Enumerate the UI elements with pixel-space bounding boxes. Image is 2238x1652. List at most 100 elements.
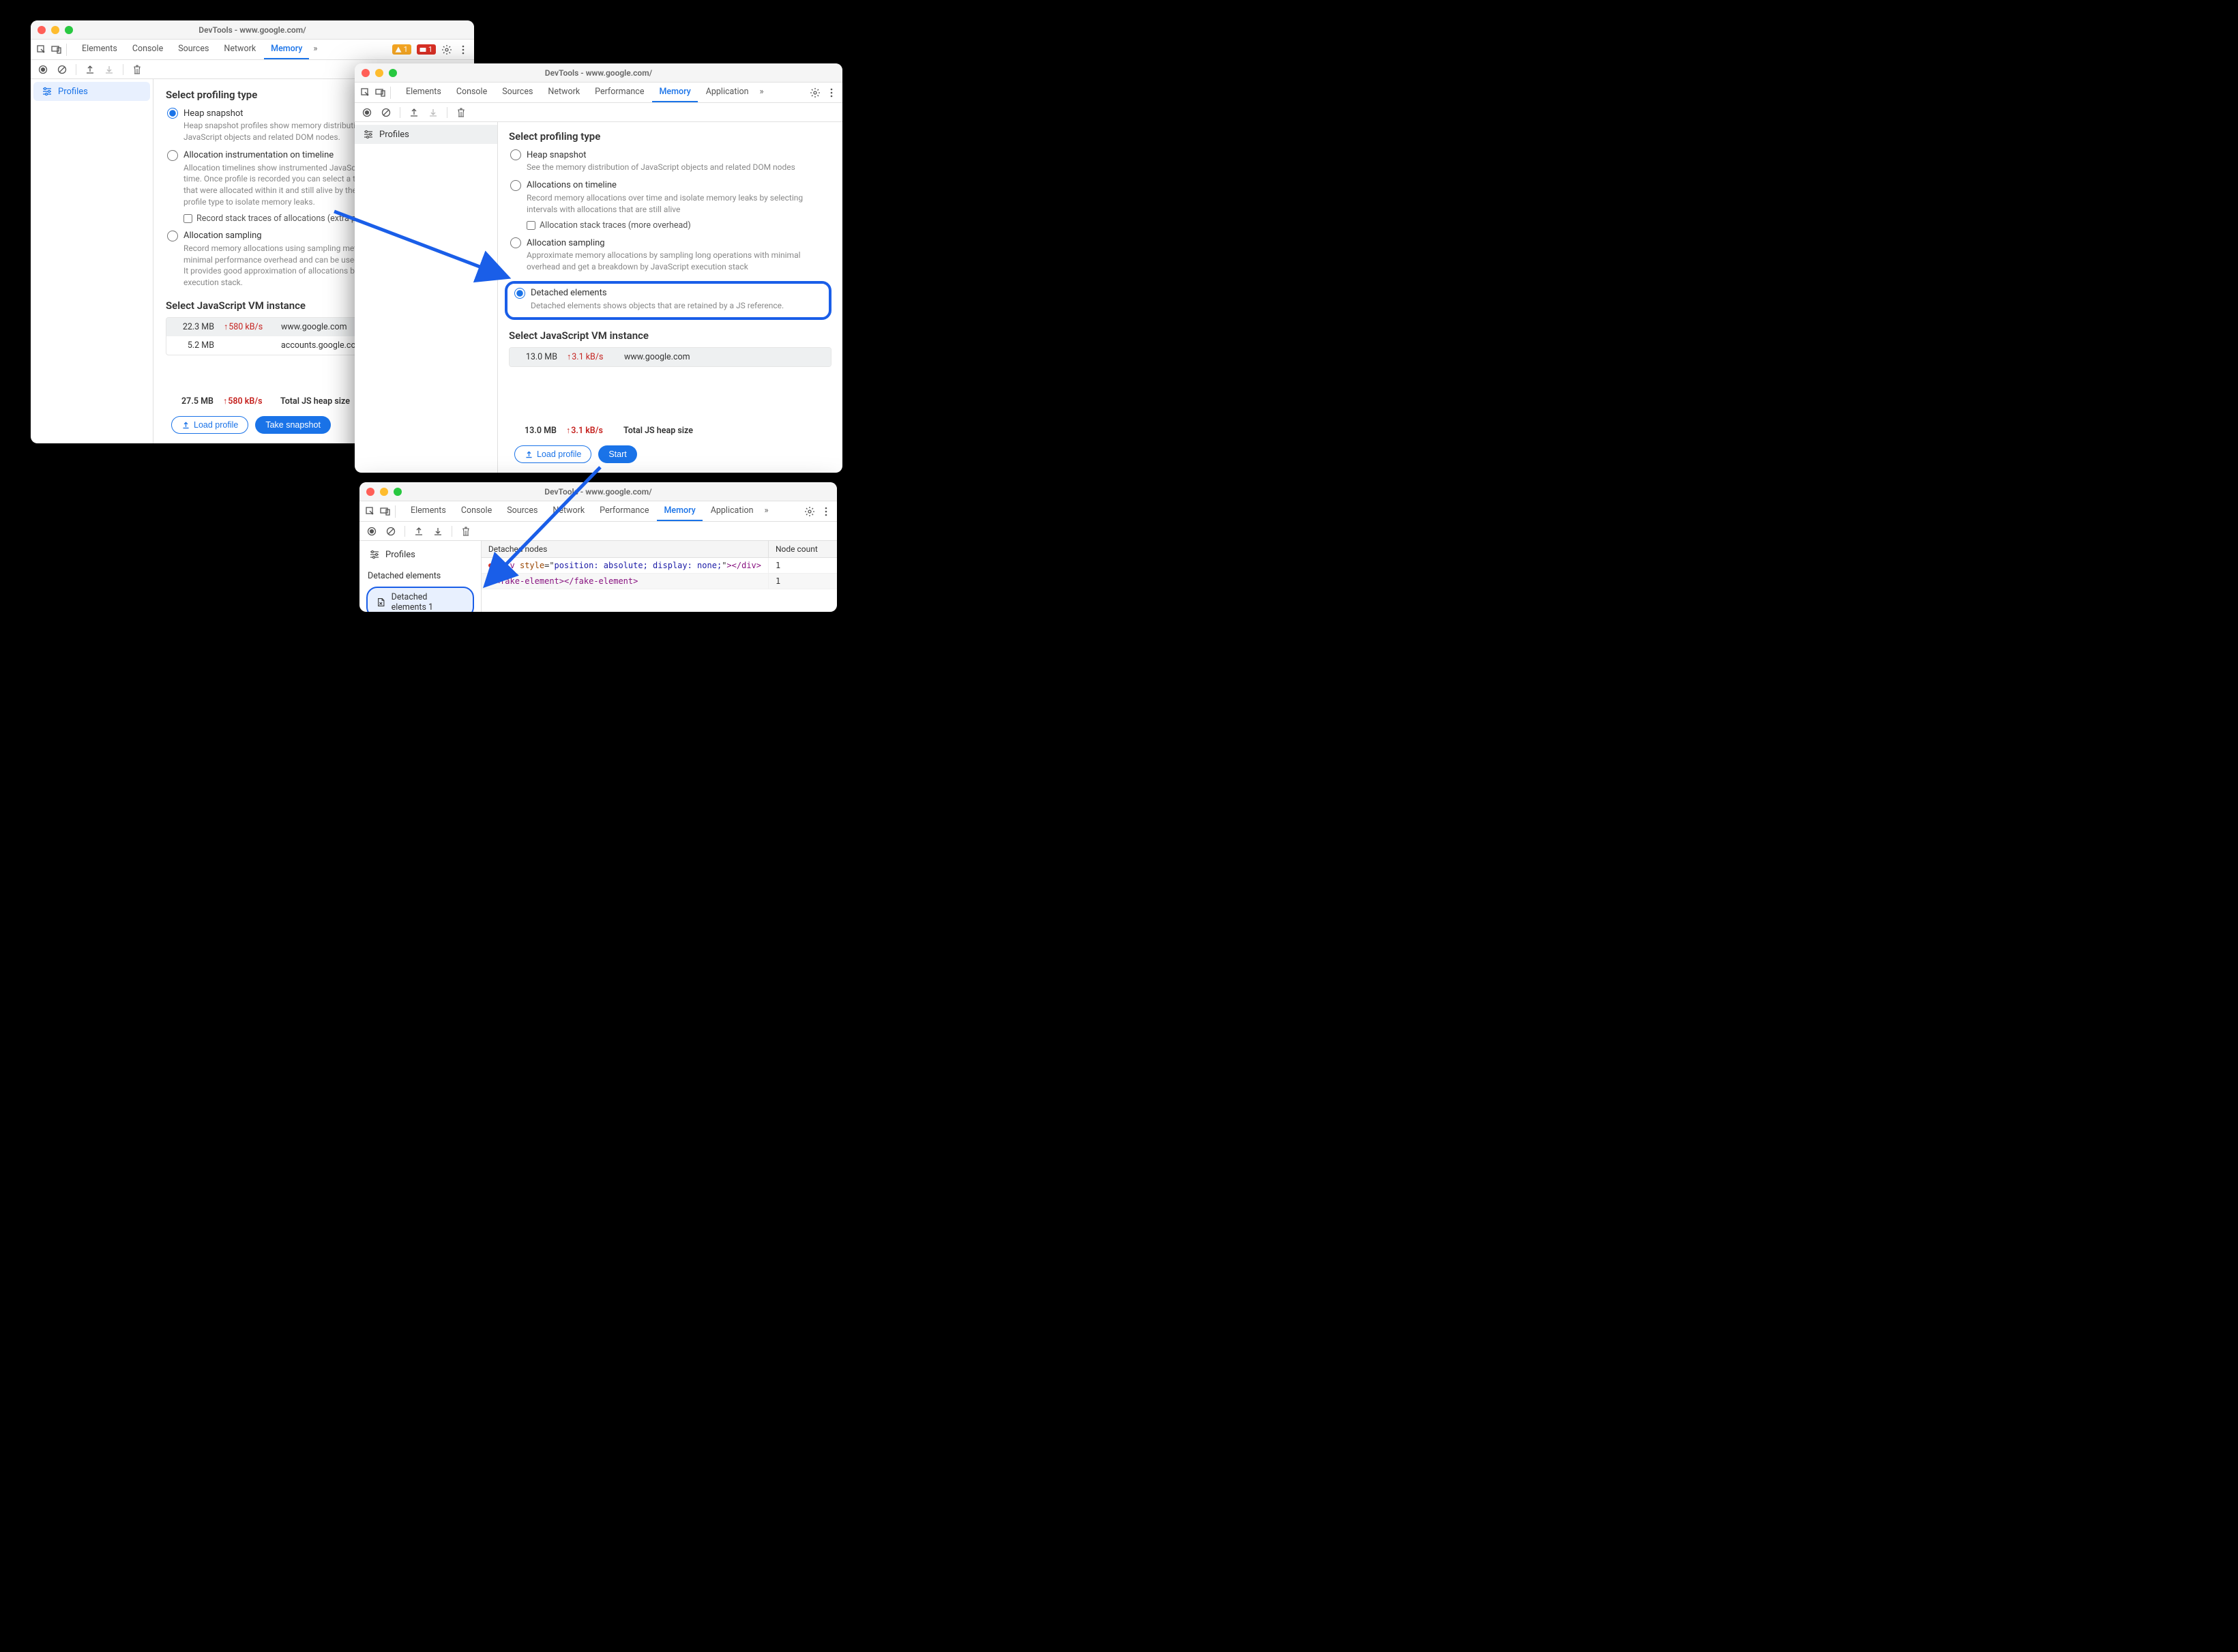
tab-network[interactable]: Network [541,83,587,102]
annotation-arrow [327,205,518,289]
download-icon[interactable] [104,64,115,75]
radio-heap[interactable] [510,149,521,160]
traffic-lights [362,69,397,77]
sliders-icon [363,129,374,140]
vm-row[interactable]: 13.0 MB 3.1 kB/s www.google.com [510,348,831,366]
sliders-icon [369,549,380,560]
gc-icon[interactable] [460,526,471,537]
more-tabs-icon[interactable]: » [762,501,771,521]
more-tabs-icon[interactable]: » [757,83,767,102]
zoom-icon[interactable] [394,488,402,496]
take-snapshot-button[interactable]: Take snapshot [255,416,331,434]
close-icon[interactable] [38,26,46,34]
tab-elements[interactable]: Elements [404,501,453,521]
node-count: 1 [769,574,837,589]
upload-icon[interactable] [85,64,95,75]
inspect-icon[interactable] [36,44,47,55]
kebab-icon[interactable] [458,44,469,55]
option-heap[interactable]: Heap snapshot See the memory distributio… [509,149,831,173]
tab-elements[interactable]: Elements [75,40,124,59]
warnings-badge[interactable]: 1 [392,44,411,55]
radio-heap[interactable] [167,108,178,119]
titlebar: DevTools - www.google.com/ [31,20,474,40]
option-timeline[interactable]: Allocations on timeline Record memory al… [509,180,831,231]
sidebar-label: Profiles [58,87,88,97]
option-sampling[interactable]: Allocation sampling Approximate memory a… [509,237,831,273]
tabbar: Elements Console Sources Network Memory … [31,40,474,60]
option-detached[interactable]: Detached elements Detached elements show… [513,288,823,312]
sidebar-item-profiles[interactable]: Profiles [355,125,497,144]
inspect-icon[interactable] [365,506,376,517]
option-detached-highlight: Detached elements Detached elements show… [505,281,831,320]
close-icon[interactable] [366,488,374,496]
checkbox-stacktraces[interactable] [527,221,535,230]
download-icon[interactable] [432,526,443,537]
tab-application[interactable]: Application [704,501,761,521]
start-button[interactable]: Start [598,445,636,463]
load-profile-button[interactable]: Load profile [171,416,248,434]
profiling-heading: Select profiling type [509,130,831,143]
sidebar: Profiles [31,79,153,443]
device-icon[interactable] [380,506,391,517]
minimize-icon[interactable] [375,69,383,77]
radio-detached[interactable] [514,288,525,299]
sidebar-item-profiles[interactable]: Profiles [33,82,150,101]
col-node-count[interactable]: Node count [769,541,837,557]
more-tabs-icon[interactable]: » [310,40,320,59]
upload-icon[interactable] [409,107,419,118]
tab-console[interactable]: Console [450,83,494,102]
tab-console[interactable]: Console [126,40,170,59]
tab-memory[interactable]: Memory [657,501,702,521]
download-icon[interactable] [428,107,439,118]
gear-icon[interactable] [804,506,815,517]
sliders-icon [42,86,53,97]
tab-application[interactable]: Application [699,83,756,102]
sidebar-item-profiles[interactable]: Profiles [359,544,481,565]
device-icon[interactable] [51,44,62,55]
sidebar-run-detached[interactable]: Detached elements 1 [366,587,474,612]
kebab-icon[interactable] [826,87,837,98]
record-icon[interactable] [38,64,48,75]
radio-sampling[interactable] [167,231,178,241]
tab-memory[interactable]: Memory [264,40,309,59]
tab-performance[interactable]: Performance [588,83,651,102]
file-icon [376,597,386,608]
tab-sources[interactable]: Sources [171,40,216,59]
sidebar-category: Detached elements [359,565,481,584]
vm-heading: Select JavaScript VM instance [509,329,831,342]
kebab-icon[interactable] [821,506,831,517]
window-title: DevTools - www.google.com/ [198,25,306,35]
record-icon[interactable] [362,107,372,118]
gc-icon[interactable] [132,64,143,75]
sidebar: Profiles [355,122,498,473]
gear-icon[interactable] [810,87,821,98]
checkbox-stacktraces[interactable] [183,214,192,223]
clear-icon[interactable] [57,64,68,75]
zoom-icon[interactable] [65,26,73,34]
radio-timeline[interactable] [510,180,521,191]
errors-badge[interactable]: 1 [417,44,436,55]
tab-memory[interactable]: Memory [652,83,697,102]
load-profile-button[interactable]: Load profile [514,445,591,463]
tab-network[interactable]: Network [217,40,263,59]
minimize-icon[interactable] [51,26,59,34]
gear-icon[interactable] [441,44,452,55]
sidebar: Profiles Detached elements Detached elem… [359,541,482,612]
upload-icon[interactable] [413,526,424,537]
titlebar: DevTools - www.google.com/ [355,63,842,83]
tabbar: Elements Console Sources Network Perform… [355,83,842,103]
radio-timeline[interactable] [167,150,178,161]
close-icon[interactable] [362,69,370,77]
clear-icon[interactable] [381,107,392,118]
record-icon[interactable] [366,526,377,537]
inspect-icon[interactable] [360,87,371,98]
gc-icon[interactable] [456,107,467,118]
node-count: 1 [769,558,837,573]
device-icon[interactable] [375,87,386,98]
clear-icon[interactable] [385,526,396,537]
tab-elements[interactable]: Elements [399,83,448,102]
zoom-icon[interactable] [389,69,397,77]
main-panel: Select profiling type Heap snapshot See … [498,122,842,473]
minimize-icon[interactable] [380,488,388,496]
tab-sources[interactable]: Sources [495,83,540,102]
